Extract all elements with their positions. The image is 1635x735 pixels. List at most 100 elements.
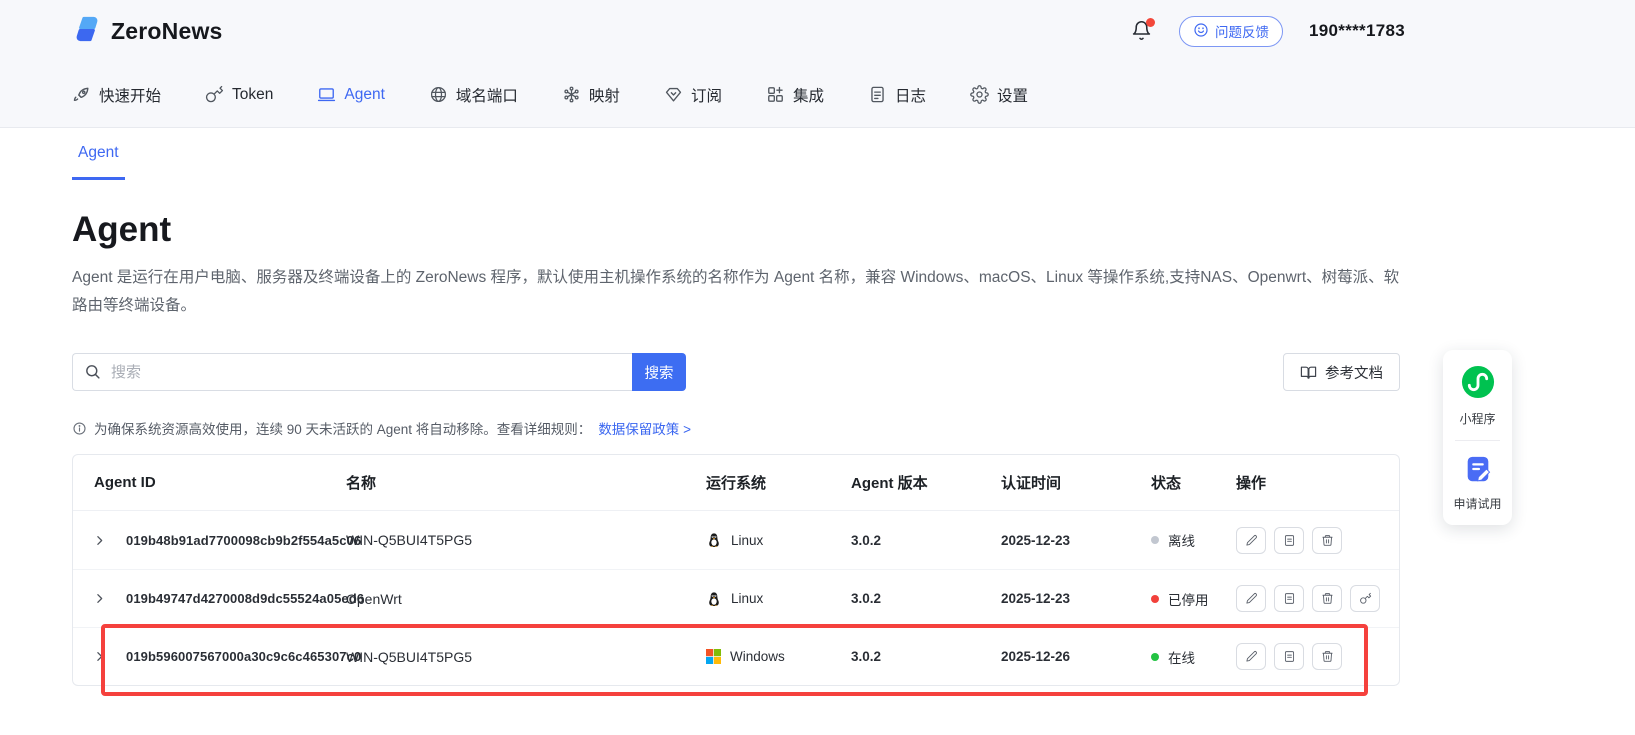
os-icon [706,649,721,664]
nav-item-logs[interactable]: 日志 [868,84,926,106]
apply-trial-label: 申请试用 [1449,495,1506,512]
table-header: Agent ID 名称 运行系统 Agent 版本 认证时间 状态 操作 [73,455,1399,511]
chevron-right-icon [93,650,106,663]
nav-item-integrations[interactable]: 集成 [766,84,824,106]
status-label: 离线 [1168,530,1195,550]
delete-button[interactable] [1312,585,1342,612]
nav-item-quickstart[interactable]: 快速开始 [72,84,161,106]
nav-item-mapping[interactable]: 映射 [562,84,620,106]
agent-table: Agent ID 名称 运行系统 Agent 版本 认证时间 状态 操作 019… [72,454,1400,686]
nav-label: Agent [344,86,385,104]
top-band: ZeroNews 问题反馈 190****1783 [0,0,1635,128]
info-icon [72,421,87,436]
os-label: Linux [731,591,763,606]
retention-policy-link[interactable]: 数据保留政策 > [598,418,691,438]
col-auth-time: 认证时间 [1001,472,1151,493]
key-icon [205,85,224,104]
chevron-right-icon [93,592,106,605]
feedback-button[interactable]: 问题反馈 [1179,16,1283,47]
os-icon [706,591,722,607]
expand-row-button[interactable] [91,532,108,549]
mini-program-item[interactable]: 小程序 [1449,365,1506,427]
search-input[interactable] [72,353,632,391]
reference-docs-button[interactable]: 参考文档 [1283,353,1400,391]
tab-agent[interactable]: Agent [72,128,125,180]
edit-button[interactable] [1236,585,1266,612]
rocket-icon [72,85,91,104]
apply-trial-icon [1463,471,1493,488]
delete-button[interactable] [1312,643,1342,670]
main-nav: 快速开始 Token Agent [72,62,1405,127]
row-version: 3.0.2 [851,533,1001,548]
row-version: 3.0.2 [851,591,1001,606]
brand[interactable]: ZeroNews [72,14,223,49]
key-button[interactable] [1350,585,1380,612]
gear-icon [970,85,989,104]
row-time: 2025-12-26 [1001,649,1151,664]
table-row: 019b596007567000a30c9c6c465307c0 WIN-Q5B… [73,627,1399,685]
nav-label: 订阅 [691,84,722,106]
table-row: 019b48b91ad7700098cb9b2f554a5c06 WIN-Q5B… [73,511,1399,569]
brand-name: ZeroNews [111,18,223,45]
search-box: 搜索 [72,353,686,391]
gem-icon [664,85,683,104]
account-phone[interactable]: 190****1783 [1309,21,1405,41]
delete-button[interactable] [1312,527,1342,554]
nav-item-settings[interactable]: 设置 [970,84,1028,106]
table-row: 019b49747d4270008d9dc55524a05ed6 OpenWrt… [73,569,1399,627]
nav-item-domain-port[interactable]: 域名端口 [429,84,518,106]
chevron-right-icon [93,534,106,547]
status-label: 在线 [1168,647,1195,667]
log-button[interactable] [1274,585,1304,612]
laptop-icon [317,85,336,104]
col-version: Agent 版本 [851,472,1001,493]
row-time: 2025-12-23 [1001,591,1151,606]
nav-item-agent[interactable]: Agent [317,85,385,104]
page-description: Agent 是运行在用户电脑、服务器及终端设备上的 ZeroNews 程序，默认… [72,264,1400,320]
status-dot [1151,595,1159,603]
main-content: Agent Agent 是运行在用户电脑、服务器及终端设备上的 ZeroNews… [0,210,1472,686]
col-agent-id: Agent ID [73,474,346,491]
nav-label: 设置 [997,84,1028,106]
col-status: 状态 [1151,472,1236,493]
feedback-label: 问题反馈 [1215,21,1269,41]
panel-divider [1455,440,1500,441]
edit-button[interactable] [1236,527,1266,554]
top-right-cluster: 问题反馈 190****1783 [1131,16,1405,47]
row-id: 019b49747d4270008d9dc55524a05ed6 [126,591,346,606]
book-icon [1300,364,1317,381]
nav-item-token[interactable]: Token [205,85,273,104]
page-title: Agent [72,210,1472,250]
expand-row-button[interactable] [91,590,108,607]
toolbar-row: 搜索 参考文档 [72,353,1400,391]
col-actions: 操作 [1236,472,1399,493]
os-icon [706,532,722,548]
top-bar: ZeroNews 问题反馈 190****1783 [72,0,1405,62]
nav-item-subscribe[interactable]: 订阅 [664,84,722,106]
status-dot [1151,653,1159,661]
row-actions [1236,585,1399,612]
mini-program-label: 小程序 [1449,410,1506,427]
log-button[interactable] [1274,643,1304,670]
nav-label: 映射 [589,84,620,106]
apply-trial-item[interactable]: 申请试用 [1449,454,1506,512]
status-dot [1151,536,1159,544]
expand-row-button[interactable] [91,648,108,665]
nodes-asterisk-icon [562,85,581,104]
log-button[interactable] [1274,527,1304,554]
grid-plus-icon [766,85,785,104]
row-actions [1236,527,1399,554]
globe-icon [429,85,448,104]
nav-label: 日志 [895,84,926,106]
document-icon [868,85,887,104]
row-time: 2025-12-23 [1001,533,1151,548]
status-label: 已停用 [1168,589,1209,609]
edit-button[interactable] [1236,643,1266,670]
reference-docs-label: 参考文档 [1325,362,1383,383]
row-name: WIN-Q5BUI4T5PG5 [346,532,706,548]
os-label: Linux [731,533,763,548]
row-id: 019b48b91ad7700098cb9b2f554a5c06 [126,533,346,548]
search-button[interactable]: 搜索 [632,353,686,391]
nav-label: 集成 [793,84,824,106]
notification-bell-icon[interactable] [1131,19,1153,43]
